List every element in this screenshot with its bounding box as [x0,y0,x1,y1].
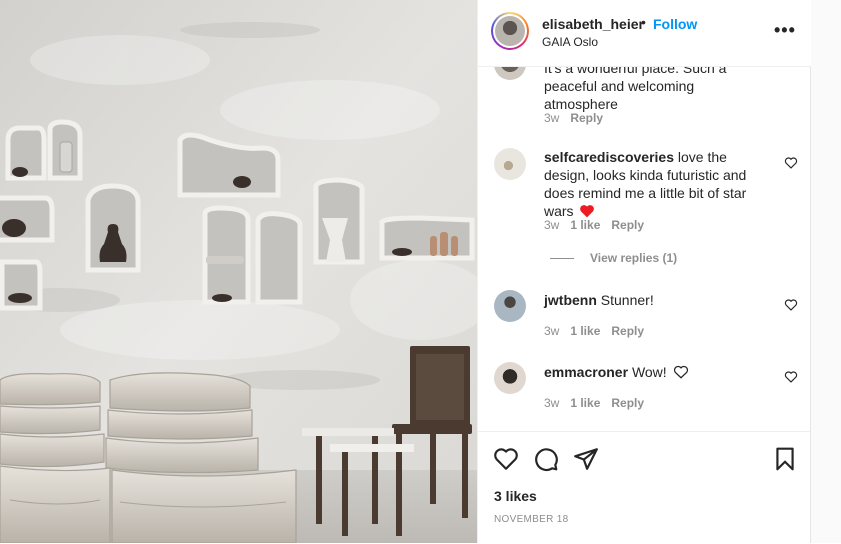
comments-list[interactable]: It's a wonderful place. Such a peaceful … [478,66,811,431]
commenter-avatar[interactable] [494,290,526,322]
like-comment-icon[interactable] [784,370,798,384]
reply-button[interactable]: Reply [611,218,644,232]
reply-button[interactable]: Reply [570,111,603,125]
reply-button[interactable]: Reply [611,324,644,338]
comment-time: 3w [544,111,560,125]
bookmark-icon[interactable] [772,446,798,472]
post-actions: 3 likes NOVEMBER 18 [478,431,811,544]
separator-dot: • [641,14,646,30]
white-heart-emoji [673,365,688,379]
commenter-avatar[interactable] [494,362,526,394]
comment-text: Wow! [631,364,667,380]
share-icon[interactable] [573,446,599,472]
commenter-avatar[interactable] [494,66,526,80]
comment-username[interactable]: selfcarediscoveries [544,149,674,165]
comment-body: selfcarediscoveries love the design, loo… [544,148,772,220]
comment-time: 3w [544,218,560,232]
comment-likes[interactable]: 1 like [570,324,600,338]
more-options-icon[interactable]: ••• [774,20,796,41]
follow-button[interactable]: Follow [653,16,697,32]
post-panel: elisabeth_heier • Follow GAIA Oslo ••• I… [477,0,811,543]
post-image[interactable] [0,0,477,543]
author-avatar[interactable] [491,12,529,50]
comment-username[interactable]: emmacroner [544,364,628,380]
post-location[interactable]: GAIA Oslo [542,35,598,49]
heart-icon[interactable] [493,446,519,472]
like-comment-icon[interactable] [784,298,798,312]
post-date: NOVEMBER 18 [494,514,569,525]
comment-time: 3w [544,324,560,338]
like-comment-icon[interactable] [784,156,798,170]
comment-time: 3w [544,396,560,410]
divider-line [550,258,574,260]
comment-body: emmacroner Wow! [544,363,772,381]
view-replies-label: View replies (1) [590,251,678,265]
comment-text: Stunner! [600,292,654,308]
comment-text: It's a wonderful place. Such a peaceful … [544,66,727,112]
comment-icon[interactable] [533,446,559,472]
comment-meta: 3w 1 like Reply [544,218,655,232]
reply-button[interactable]: Reply [611,396,644,410]
comment-likes[interactable]: 1 like [570,218,600,232]
interior-photo [0,0,477,543]
heart-emoji [580,205,595,218]
comment-body: jwtbenn Stunner! [544,291,772,309]
comment-meta: 3w 1 like Reply [544,396,655,410]
comment-meta: 3w 1 like Reply [544,324,655,338]
likes-count[interactable]: 3 likes [494,488,537,504]
view-replies-button[interactable]: View replies (1) [550,251,677,265]
comment-username[interactable]: jwtbenn [544,292,597,308]
comment-likes[interactable]: 1 like [570,396,600,410]
post-header: elisabeth_heier • Follow GAIA Oslo ••• [478,0,811,67]
comment-meta: 3w Reply [544,111,614,125]
scrollbar-track[interactable] [810,0,841,543]
author-username[interactable]: elisabeth_heier [542,16,644,32]
commenter-avatar[interactable] [494,148,526,180]
